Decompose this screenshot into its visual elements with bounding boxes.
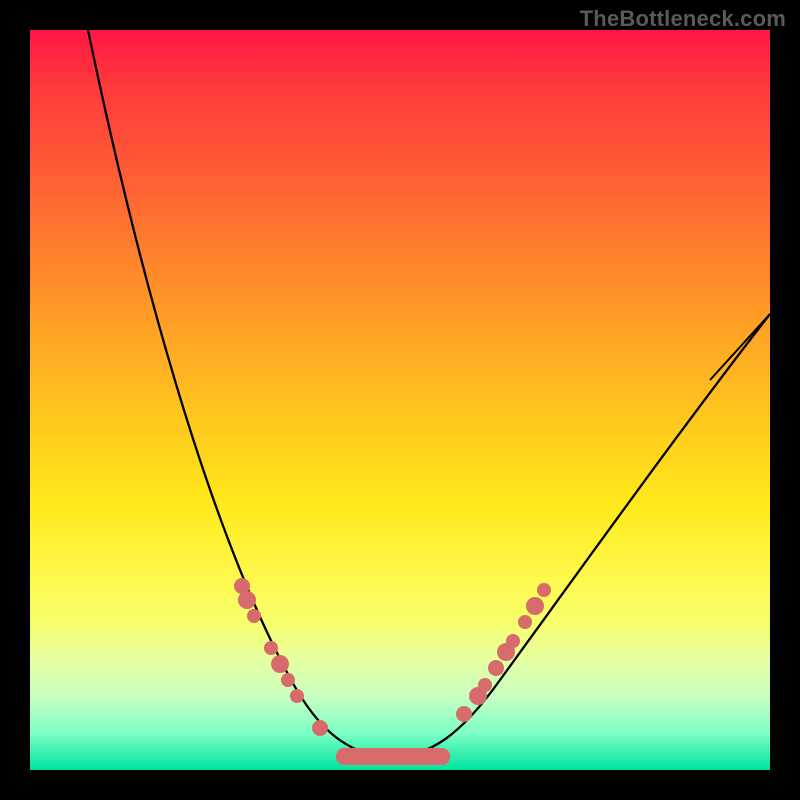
dot-left-2 (238, 591, 256, 609)
bottleneck-curve-right (390, 314, 770, 758)
dot-left-8 (312, 720, 328, 736)
dot-left-4 (264, 641, 278, 655)
dot-right-3 (478, 678, 492, 692)
dot-left-5 (271, 655, 289, 673)
dot-right-4 (488, 660, 504, 676)
plot-area (30, 30, 770, 770)
trough-bar (336, 748, 450, 765)
chart-stage: TheBottleneck.com (0, 0, 800, 800)
dot-right-8 (526, 597, 544, 615)
watermark-text: TheBottleneck.com (580, 6, 786, 32)
curve-layer (30, 30, 770, 770)
dot-right-6 (506, 634, 520, 648)
dot-left-6 (281, 673, 295, 687)
dot-right-7 (518, 615, 532, 629)
bottleneck-curve-right-tail (710, 314, 770, 380)
dot-left-7 (290, 689, 304, 703)
dot-left-3 (247, 609, 261, 623)
bottleneck-curve-left (88, 30, 390, 758)
dot-right-1 (456, 706, 472, 722)
dot-right-9 (537, 583, 551, 597)
